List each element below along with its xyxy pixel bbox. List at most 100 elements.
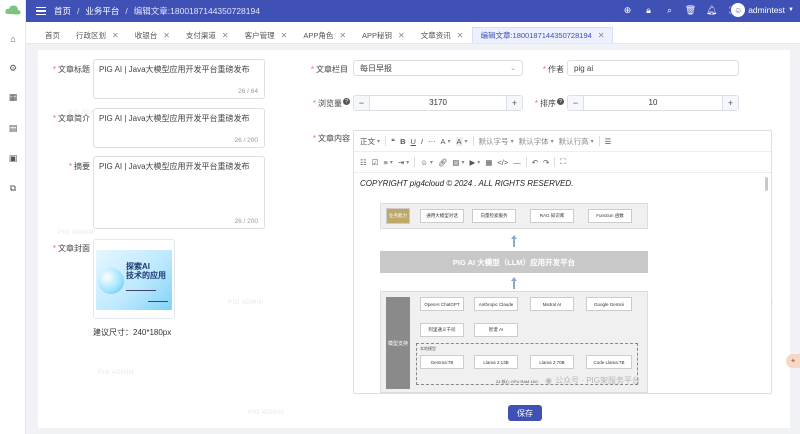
rich-text-editor[interactable]: 正文 ▾ ❝ B U I ⋯ A ▾ A ▾ 默认字号 ▾ 默认字体 ▾ 默认行高 ▾ ☰ … xyxy=(353,130,772,394)
link-icon[interactable]: 🔗︎ xyxy=(438,158,448,167)
lock-icon[interactable]: 🔒︎ xyxy=(643,5,654,16)
code-icon[interactable]: </> xyxy=(497,158,508,167)
table-icon[interactable]: ▦ xyxy=(485,158,492,167)
username: admintest xyxy=(748,5,786,15)
toolbar-divider xyxy=(525,157,527,167)
diagram-local-label: 本地模型 xyxy=(420,346,436,351)
close-icon[interactable]: ✕ xyxy=(457,31,464,40)
fullscreen-icon[interactable]: ⛶ xyxy=(560,157,565,167)
diagram-local-model: Code Llama:7B xyxy=(586,355,632,369)
diagram-gpu-note: 24 核心 GPU RAM 16G xyxy=(496,379,539,384)
close-icon[interactable]: ✕ xyxy=(281,31,288,40)
help-icon[interactable]: ? xyxy=(557,98,564,105)
bullet-list-icon[interactable]: ☰ xyxy=(605,137,612,146)
tab-articles[interactable]: 文章资讯 ✕ xyxy=(414,27,471,43)
grid-icon[interactable]: ▦ xyxy=(7,91,19,103)
underline-icon[interactable]: U xyxy=(410,137,415,146)
toolbar-divider xyxy=(598,136,600,146)
diagram-local-model: Gemma:7B xyxy=(420,355,464,369)
divider-icon[interactable]: — xyxy=(513,158,521,167)
summary-textarea[interactable]: PIG AI | Java大模型应用开发平台重磅发布 26 / 200 xyxy=(93,156,265,229)
cover-upload[interactable]: 探索AI 技术的应用 xyxy=(93,239,175,319)
views-decrement-button[interactable]: − xyxy=(354,96,370,110)
cloud-logo-icon[interactable] xyxy=(5,4,21,16)
todo-icon[interactable]: ☑ xyxy=(372,158,379,167)
tab-home[interactable]: 首页 xyxy=(38,27,67,43)
video-icon[interactable]: ▶ ▾ xyxy=(470,158,481,167)
diagram-local-model: Llama 2:70B xyxy=(530,355,574,369)
bell-icon[interactable]: 🔔︎ xyxy=(706,5,717,16)
trash-icon[interactable]: 🗑︎ xyxy=(685,5,696,16)
emoji-icon[interactable]: ☺ ▾ xyxy=(420,158,433,167)
ordered-list-icon[interactable]: ☷ xyxy=(360,158,367,167)
user-menu[interactable]: ☺ admintest ▼ xyxy=(731,3,794,17)
tab-label: 客户管理 xyxy=(244,30,275,40)
quote-icon[interactable]: ❝ xyxy=(391,137,395,146)
search-icon[interactable]: ⌕ xyxy=(664,5,675,16)
hamburger-menu-icon[interactable] xyxy=(36,7,46,15)
author-input[interactable]: pig ai xyxy=(567,60,739,76)
author-label: * 作者 xyxy=(542,65,564,74)
add-circle-icon[interactable]: ⊕ xyxy=(622,5,633,16)
watermark: PIG ADMIN xyxy=(98,370,134,376)
column-select[interactable]: 每日早报 ⌄ xyxy=(353,60,523,76)
line-height-select[interactable]: 默认行高 ▾ xyxy=(559,136,594,147)
sort-value[interactable]: 10 xyxy=(584,96,722,110)
views-stepper[interactable]: − 3170 + xyxy=(353,95,523,111)
views-value[interactable]: 3170 xyxy=(370,96,506,110)
copyright-text: COPYRIGHT pig4cloud © 2024 . ALL RIGHTS … xyxy=(360,179,574,188)
tab-app-key[interactable]: APP秘钥 ✕ xyxy=(355,27,412,43)
font-color-icon[interactable]: A ▾ xyxy=(441,137,451,146)
tab-region[interactable]: 行政区划 ✕ xyxy=(69,27,126,43)
help-icon[interactable]: ? xyxy=(343,98,350,105)
intro-textarea[interactable]: PIG AI | Java大模型应用开发平台重磅发布 26 / 200 xyxy=(93,108,265,148)
save-button[interactable]: 保存 xyxy=(508,405,542,421)
bg-color-icon[interactable]: A ▾ xyxy=(455,136,468,146)
italic-icon[interactable]: I xyxy=(421,137,423,146)
diagram-local-model: Llama 2:13B xyxy=(474,355,518,369)
close-icon[interactable]: ✕ xyxy=(222,31,229,40)
tab-label: APP秘钥 xyxy=(362,30,393,40)
flow-icon[interactable]: ⧉ xyxy=(7,182,19,194)
redo-icon[interactable]: ↷ xyxy=(543,158,549,167)
bold-icon[interactable]: B xyxy=(400,137,405,146)
sort-increment-button[interactable]: + xyxy=(722,96,738,110)
home-icon[interactable]: ⌂ xyxy=(7,33,19,45)
edit-article-form: PIG ADMIN PIG ADMIN PIG ADMIN PIG ADMIN … xyxy=(38,50,790,428)
gift-icon[interactable]: ▣ xyxy=(7,152,19,164)
summary-value: PIG AI | Java大模型应用开发平台重磅发布 xyxy=(99,162,250,171)
tab-bar: 首页 行政区划 ✕ 收银台 ✕ 支付渠道 ✕ 客户管理 ✕ APP角色 ✕ APP秘钥 ✕ … xyxy=(26,22,800,44)
image-icon[interactable]: ▨ ▾ xyxy=(452,158,464,167)
title-textarea[interactable]: PIG AI | Java大模型应用开发平台重磅发布 26 / 64 xyxy=(93,59,265,99)
ai-assistant-icon[interactable]: ✦ xyxy=(786,354,800,368)
editor-scrollbar[interactable] xyxy=(765,177,768,191)
views-label: * 浏览量? xyxy=(312,98,350,108)
views-increment-button[interactable]: + xyxy=(506,96,522,110)
tab-app-role[interactable]: APP角色 ✕ xyxy=(296,27,353,43)
font-family-select[interactable]: 默认字体 ▾ xyxy=(519,136,554,147)
watermark: PIG ADMIN xyxy=(248,410,284,416)
indent-icon[interactable]: ⇥ ▾ xyxy=(398,158,409,167)
editor-content[interactable]: COPYRIGHT pig4cloud © 2024 . ALL RIGHTS … xyxy=(354,173,771,393)
paragraph-select[interactable]: 正文 ▾ xyxy=(360,136,380,147)
editor-toolbar-row2: ☷ ☑ ≡ ▾ ⇥ ▾ ☺ ▾ 🔗︎ ▨ ▾ ▶ ▾ ▦ </> — ↶ ↷ ⛶ xyxy=(354,152,771,173)
printer-icon[interactable]: ▤ xyxy=(7,122,19,134)
tab-edit-article[interactable]: 编辑文章:1800187144350728194 ✕ xyxy=(472,27,613,43)
sort-stepper[interactable]: − 10 + xyxy=(567,95,739,111)
gear-icon[interactable]: ⚙ xyxy=(7,62,19,74)
tab-cashier[interactable]: 收银台 ✕ xyxy=(128,27,177,43)
breadcrumb-business[interactable]: 业务平台 xyxy=(85,5,119,17)
align-icon[interactable]: ≡ ▾ xyxy=(383,158,392,167)
more-icon[interactable]: ⋯ xyxy=(428,137,436,146)
close-icon[interactable]: ✕ xyxy=(339,31,346,40)
close-icon[interactable]: ✕ xyxy=(163,31,170,40)
sort-decrement-button[interactable]: − xyxy=(568,96,584,110)
close-icon[interactable]: ✕ xyxy=(112,31,119,40)
close-icon[interactable]: ✕ xyxy=(398,31,405,40)
font-size-select[interactable]: 默认字号 ▾ xyxy=(479,136,514,147)
undo-icon[interactable]: ↶ xyxy=(532,158,538,167)
breadcrumb-home[interactable]: 首页 xyxy=(54,5,71,17)
tab-customer[interactable]: 客户管理 ✕ xyxy=(238,27,295,43)
tab-pay-channel[interactable]: 支付渠道 ✕ xyxy=(179,27,236,43)
close-icon[interactable]: ✕ xyxy=(598,31,605,40)
